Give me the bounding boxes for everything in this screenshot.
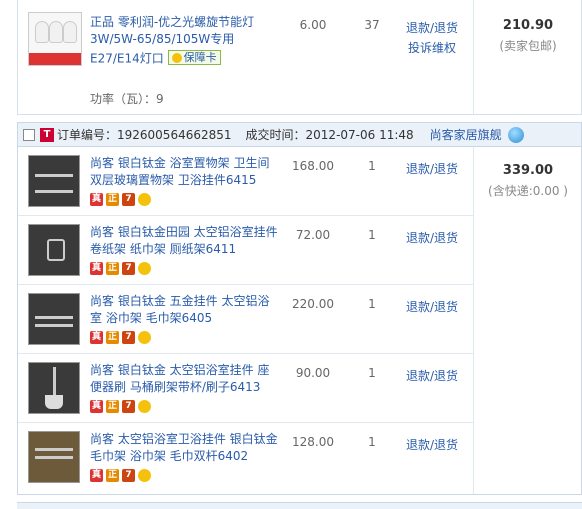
- product-title[interactable]: 尚客 银白钛金 五金挂件 太空铝浴室 浴巾架 毛巾架6405: [90, 293, 280, 327]
- list-item: 尚客 银白钛金 五金挂件 太空铝浴室 浴巾架 毛巾架6405 真 正 7 220…: [18, 285, 473, 354]
- authentic-badge-icon: 真: [90, 193, 103, 206]
- quantity: 1: [368, 297, 376, 311]
- guarantee-icon: [138, 193, 151, 206]
- list-item: 尚客 银白钛金 太空铝浴室挂件 座便器刷 马桶刷架带杯/刷子6413 真 正 7…: [18, 354, 473, 423]
- quantity: 37: [364, 18, 380, 32]
- order-total: 210.90 (卖家包邮): [473, 18, 582, 54]
- guarantee-icon: [138, 469, 151, 482]
- unit-price: 220.00: [292, 297, 334, 311]
- seven-day-return-icon: 7: [122, 262, 135, 275]
- product-title[interactable]: 尚客 银白钛金田园 太空铝浴室挂件 卷纸架 纸巾架 厕纸架6411: [90, 224, 280, 258]
- quantity: 1: [368, 159, 376, 173]
- product-title[interactable]: 正品 零利润-优之光螺旋节能灯 3W/5W-65/85/105W专用 E27/E…: [90, 14, 280, 68]
- authentic-badge-icon: 真: [90, 262, 103, 275]
- order-items: 339.00 (含快递:0.00 ) 尚客 银白钛金 浴室置物架 卫生间双层玻璃…: [17, 147, 582, 495]
- order-header: T 订单编号：192600564662851 成交时间：2012-07-06 1…: [17, 122, 582, 147]
- service-badges: 真 正 7: [90, 193, 151, 206]
- seven-day-return-icon: 7: [122, 193, 135, 206]
- genuine-badge-icon: 正: [106, 262, 119, 275]
- product-attribute: 功率（瓦）：9: [90, 92, 164, 106]
- top-order-block: 正品 零利润-优之光螺旋节能灯 3W/5W-65/85/105W专用 E27/E…: [17, 0, 582, 115]
- guarantee-badge[interactable]: 保障卡: [167, 50, 221, 65]
- service-badges: 真 正 7: [90, 469, 151, 482]
- complaint-link[interactable]: 投诉维权: [402, 38, 462, 58]
- guarantee-icon: [138, 331, 151, 344]
- list-item: 尚客 银白钛金 浴室置物架 卫生间双层玻璃置物架 卫浴挂件6415 真 正 7 …: [18, 147, 473, 216]
- seven-day-return-icon: 7: [122, 469, 135, 482]
- service-badges: 真 正 7: [90, 331, 151, 344]
- tmall-t-icon: T: [40, 127, 54, 142]
- product-thumbnail[interactable]: [28, 362, 80, 414]
- list-item: 尚客 太空铝浴室卫浴挂件 银白钛金 毛巾架 浴巾架 毛巾双杆6402 真 正 7…: [18, 423, 473, 492]
- refund-link[interactable]: 退款/退货: [402, 297, 462, 317]
- checkbox-icon[interactable]: [23, 128, 35, 141]
- total-amount: 210.90: [502, 18, 554, 33]
- product-thumbnail[interactable]: [28, 293, 80, 345]
- total-amount: 339.00: [502, 163, 554, 178]
- unit-price: 128.00: [292, 435, 334, 449]
- seven-day-return-icon: 7: [122, 400, 135, 413]
- shipping-note: (含快递:0.00 ): [488, 184, 568, 198]
- item-actions: 退款/退货 投诉维权: [402, 18, 462, 58]
- authentic-badge-icon: 真: [90, 400, 103, 413]
- guarantee-icon: [171, 52, 182, 63]
- refund-link[interactable]: 退款/退货: [402, 366, 462, 386]
- authentic-badge-icon: 真: [90, 331, 103, 344]
- order-number: 订单编号：192600564662851: [57, 128, 232, 142]
- list-item: 尚客 银白钛金田园 太空铝浴室挂件 卷纸架 纸巾架 厕纸架6411 真 正 7 …: [18, 216, 473, 285]
- unit-price: 168.00: [292, 159, 334, 173]
- shipping-note: (卖家包邮): [499, 39, 557, 53]
- service-badges: 真 正 7: [90, 400, 151, 413]
- product-thumbnail[interactable]: [28, 431, 80, 483]
- product-title[interactable]: 尚客 银白钛金 太空铝浴室挂件 座便器刷 马桶刷架带杯/刷子6413: [90, 362, 280, 396]
- genuine-badge-icon: 正: [106, 193, 119, 206]
- unit-price: 6.00: [299, 18, 327, 32]
- unit-price: 90.00: [295, 366, 331, 380]
- product-title[interactable]: 尚客 银白钛金 浴室置物架 卫生间双层玻璃置物架 卫浴挂件6415: [90, 155, 280, 189]
- authentic-badge-icon: 真: [90, 469, 103, 482]
- order-list: 正品 零利润-优之光螺旋节能灯 3W/5W-65/85/105W专用 E27/E…: [0, 0, 582, 509]
- shop-link[interactable]: 尚客家居旗舰: [430, 126, 502, 143]
- genuine-badge-icon: 正: [106, 331, 119, 344]
- quantity: 1: [368, 228, 376, 242]
- unit-price: 72.00: [295, 228, 331, 242]
- refund-link[interactable]: 退款/退货: [402, 159, 462, 179]
- seven-day-return-icon: 7: [122, 331, 135, 344]
- service-badges: 真 正 7: [90, 262, 151, 275]
- wangwang-icon[interactable]: [507, 126, 524, 143]
- product-title[interactable]: 尚客 太空铝浴室卫浴挂件 银白钛金 毛巾架 浴巾架 毛巾双杆6402: [90, 431, 280, 465]
- refund-link[interactable]: 退款/退货: [402, 435, 462, 455]
- order-total: 339.00 (含快递:0.00 ): [473, 163, 582, 199]
- next-order-header: [17, 502, 582, 509]
- genuine-badge-icon: 正: [106, 469, 119, 482]
- quantity: 1: [368, 435, 376, 449]
- quantity: 1: [368, 366, 376, 380]
- guarantee-icon: [138, 262, 151, 275]
- product-thumbnail[interactable]: [28, 224, 80, 276]
- product-thumbnail[interactable]: [28, 12, 82, 66]
- genuine-badge-icon: 正: [106, 400, 119, 413]
- refund-link[interactable]: 退款/退货: [402, 228, 462, 248]
- deal-time: 成交时间：2012-07-06 11:48: [245, 128, 414, 142]
- product-thumbnail[interactable]: [28, 155, 80, 207]
- guarantee-icon: [138, 400, 151, 413]
- refund-link[interactable]: 退款/退货: [402, 18, 462, 38]
